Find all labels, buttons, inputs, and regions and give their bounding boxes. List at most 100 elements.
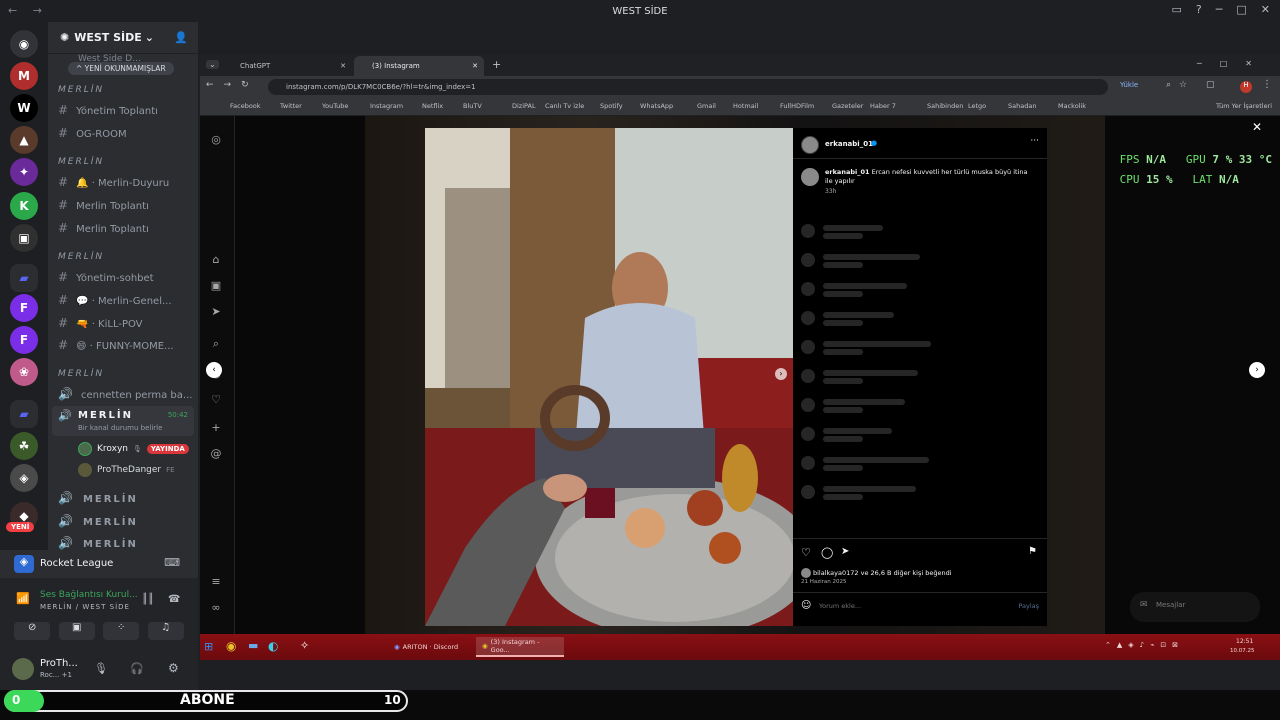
nav-buttons-icon[interactable]: ←→↻ [206, 80, 259, 90]
inbox-icon[interactable]: ▭ [1172, 3, 1182, 16]
windows-start-icon[interactable]: ⊞ [204, 640, 213, 653]
bookmark-item[interactable]: Twitter [280, 102, 302, 110]
app-pinned-icon[interactable]: ✧ [300, 639, 309, 652]
voice-member[interactable]: ProTheDanger FE [78, 463, 175, 477]
disconnect-icon[interactable]: ☎ [168, 594, 180, 605]
reels-icon[interactable]: ▣ [210, 280, 222, 292]
voice-channel-4[interactable]: 🔊 MERLİN [58, 536, 138, 550]
author-avatar[interactable] [801, 136, 819, 154]
user-name[interactable]: ProTh... [40, 658, 78, 669]
unread-pill[interactable]: ^ YENİ OKUNMAMIŞLAR [68, 62, 174, 75]
connection-status[interactable]: Ses Bağlantısı Kurul... [40, 590, 138, 600]
channel-item[interactable]: # OG-ROOM [58, 126, 127, 140]
clock-time[interactable]: 12:51 [1236, 638, 1253, 645]
server-anime-icon[interactable]: ❀ [10, 358, 38, 386]
bookmark-item[interactable]: Facebook [230, 102, 261, 110]
new-tab-icon[interactable]: + [492, 58, 501, 71]
close-icon[interactable]: ✕ [1261, 3, 1270, 16]
add-member-icon[interactable]: 👤 [174, 31, 188, 44]
folder-icon[interactable]: ▰ [10, 264, 38, 292]
bookmark-item[interactable]: Instagram [370, 102, 403, 110]
heart-icon[interactable]: ♡ [210, 394, 222, 406]
server-f-icon[interactable]: F [10, 294, 38, 322]
more-options-icon[interactable]: ··· [1030, 136, 1039, 146]
channel-category[interactable]: MERLİN [58, 157, 104, 167]
channel-category[interactable]: MERLİN [58, 369, 104, 379]
install-button[interactable]: Yükle [1120, 81, 1138, 89]
comment-icon[interactable]: ◯ [821, 546, 833, 559]
folder2-icon[interactable]: ▰ [10, 400, 38, 428]
help-icon[interactable]: ? [1196, 3, 1202, 16]
instagram-logo-icon[interactable]: ◎ [210, 134, 222, 146]
url-bar[interactable]: instagram.com/p/DLK7MC0CB6e/?hl=tr&img_i… [268, 79, 1108, 95]
bookmark-item[interactable]: Sahadan [1008, 102, 1036, 110]
tab-instagram[interactable]: (3) Instagram ✕ [354, 56, 484, 76]
bookmark-item[interactable]: BluTV [463, 102, 482, 110]
bookmark-item[interactable]: Canlı Tv izle [545, 102, 584, 110]
caption-avatar[interactable] [801, 168, 819, 186]
profile-avatar[interactable]: H [1240, 81, 1252, 93]
bookmark-item[interactable]: Haber 7 [870, 102, 896, 110]
author-username[interactable]: erkanabi_01 [825, 140, 873, 148]
bookmark-item[interactable]: Gmail [697, 102, 716, 110]
channel-item[interactable]: # Yönetim-sohbet [58, 270, 154, 284]
system-tray-icons[interactable]: ⌃▲◈♪⌁⊡⊠ [1105, 641, 1184, 649]
bookmark-item[interactable]: Spotify [600, 102, 623, 110]
bookmark-item[interactable]: DiziPAL [512, 102, 536, 110]
camera-off-icon[interactable]: ⊘ [14, 622, 51, 640]
taskbar-discord[interactable]: ◉ ARITON · Discord [388, 637, 473, 657]
channel-category[interactable]: MERLİN [58, 85, 104, 95]
maximize-icon[interactable]: □ [1236, 3, 1246, 16]
voice-channel[interactable]: 🔊 MERLİN 50:42 Bir kanal durumu belirle [52, 406, 194, 436]
server-merlin-icon[interactable]: ✦ [10, 158, 38, 186]
connection-channel[interactable]: MERLİN / WEST SİDE [40, 603, 130, 611]
comment-input[interactable] [819, 600, 999, 612]
menu-icon[interactable]: ⋮ [1262, 79, 1272, 90]
server-f2-icon[interactable]: F [10, 326, 38, 354]
history-nav-icon[interactable]: ← → [8, 4, 48, 17]
all-bookmarks[interactable]: Tüm Yer İşaretleri [1216, 102, 1272, 110]
tab-search-icon[interactable]: ⌄ [206, 60, 219, 69]
taskbar-chrome[interactable]: ◉ (3) Instagram - Goo... [476, 637, 564, 657]
messages-dock[interactable]: ✉ Mesajlar [1130, 592, 1260, 622]
voice-member[interactable]: Kroxyn 🎙 YAYINDA [78, 442, 189, 456]
server-tf-icon[interactable]: ◈ [10, 464, 38, 492]
emoji-icon[interactable]: ☺ [801, 600, 811, 611]
search-icon[interactable]: ⌕ [210, 338, 222, 350]
threads-icon[interactable]: @ [210, 448, 222, 460]
bookmark-item[interactable]: Gazeteler [832, 102, 863, 110]
prev-post-button[interactable]: ‹ [206, 362, 222, 378]
window-controls-icon[interactable]: ─□✕ [1197, 59, 1270, 68]
tab-close-icon[interactable]: ✕ [340, 62, 346, 70]
home-icon[interactable]: ⌂ [210, 254, 222, 266]
server-m-icon[interactable]: M [10, 62, 38, 90]
settings-gear-icon[interactable]: ⚙ [168, 661, 179, 675]
channel-item[interactable]: # Yönetim Toplantı [58, 103, 158, 117]
bookmark-item[interactable]: YouTube [322, 102, 348, 110]
create-icon[interactable]: + [210, 422, 222, 434]
new-label[interactable]: YENİ [6, 522, 35, 532]
share-icon[interactable]: ➤ [841, 546, 849, 557]
soundboard-icon[interactable]: ♫ [147, 622, 184, 640]
noise-suppression-icon[interactable]: ║║ [142, 594, 154, 605]
channel-item[interactable]: # 🔔 · Merlin-Duyuru [58, 175, 169, 189]
voice-channel-2[interactable]: 🔊 MERLİN [58, 491, 138, 505]
more-menu-icon[interactable]: ≡ [210, 576, 222, 588]
bookmark-item[interactable]: WhatsApp [640, 102, 673, 110]
discord-home-icon[interactable]: ◉ [10, 30, 38, 58]
activities-icon[interactable]: ⁘ [103, 622, 140, 640]
headphones-icon[interactable]: 🎧 [130, 662, 144, 675]
server-ps-icon[interactable]: ▣ [10, 224, 38, 252]
bookmark-item[interactable]: FullHDFilm [780, 102, 814, 110]
server-pro-icon[interactable]: ☘ [10, 432, 38, 460]
close-modal-icon[interactable]: ✕ [1252, 120, 1262, 134]
like-icon[interactable]: ♡ [801, 546, 811, 559]
server-w-icon[interactable]: W [10, 94, 38, 122]
user-avatar[interactable] [12, 658, 34, 680]
minimize-icon[interactable]: ─ [1216, 3, 1223, 16]
activity-bar[interactable]: ◈ Rocket League ⌨ [0, 550, 198, 578]
caption-username[interactable]: erkanabi_01 [825, 168, 870, 176]
toolbar-icons[interactable]: ⌕☆ ▢ [1166, 80, 1222, 90]
bookmark-item[interactable]: Sahibinden [927, 102, 963, 110]
game-controller-icon[interactable]: ⌨ [164, 556, 180, 569]
